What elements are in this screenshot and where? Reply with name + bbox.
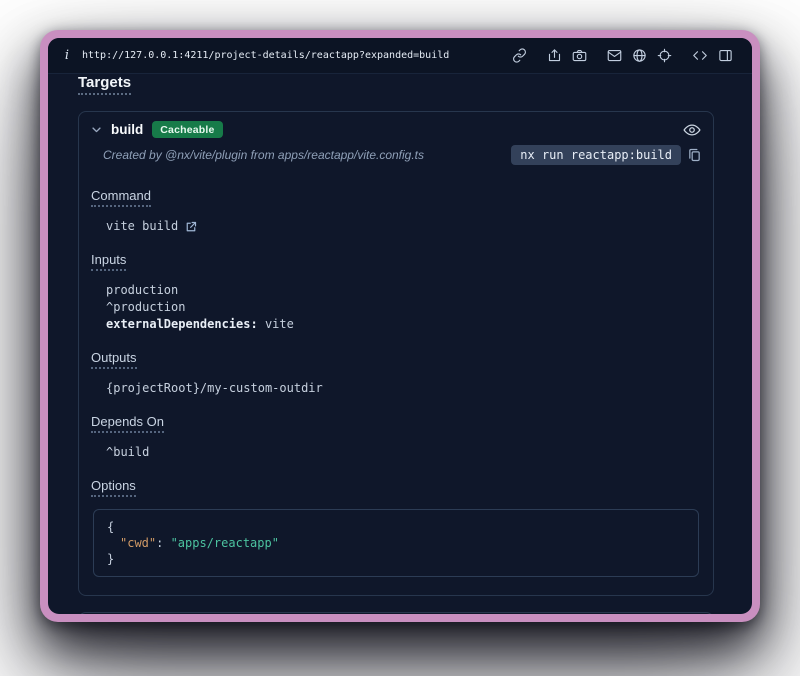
page-title: Targets [78,74,131,95]
target-header-serve[interactable]: serve vite serve [79,613,713,614]
options-section: Options { "cwd": "apps/reactapp" } [91,477,701,577]
window-inner: i http://127.0.0.1:4211/project-details/… [48,38,752,614]
json-key: "cwd" [120,536,156,550]
address-bar[interactable]: http://127.0.0.1:4211/project-details/re… [82,50,449,61]
input-ext-key: externalDependencies: [106,317,258,331]
json-line: { [107,519,685,535]
run-command-chip: nx run reactapp:build [511,145,681,165]
input-ext-value: vite [258,317,294,331]
project-details-page: Targets build Cacheable Created by @nx/v… [48,74,752,614]
input-item: production [106,282,701,299]
outputs-label: Outputs [91,350,137,369]
json-line: } [107,551,685,567]
inputs-label: Inputs [91,252,126,271]
copy-icon[interactable] [688,148,701,162]
info-icon: i [62,48,72,63]
code-icon[interactable] [687,48,713,63]
created-by-text: Created by @nx/vite/plugin from apps/rea… [103,148,424,162]
target-subheader: Created by @nx/vite/plugin from apps/rea… [79,143,713,175]
json-value: "apps/reactapp" [171,536,279,550]
camera-icon[interactable] [567,48,592,63]
target-icon[interactable] [652,48,677,63]
globe-icon[interactable] [627,48,652,63]
command-value: vite build [106,218,178,235]
target-header-build[interactable]: build Cacheable [79,112,713,143]
depends-on-label: Depends On [91,414,164,433]
titlebar-actions [507,48,738,63]
target-card-serve: serve vite serve [78,612,714,614]
cacheable-badge: Cacheable [152,121,222,138]
browser-window: i http://127.0.0.1:4211/project-details/… [40,30,760,622]
titlebar: i http://127.0.0.1:4211/project-details/… [48,38,752,74]
chevron-down-icon [91,124,102,135]
command-section: Command vite build [91,187,701,235]
json-separator: : [156,536,170,550]
json-line: "cwd": "apps/reactapp" [107,535,685,551]
inputs-section: Inputs production ^production externalDe… [91,251,701,333]
layout-icon[interactable] [713,48,738,63]
target-card-build: build Cacheable Created by @nx/vite/plug… [78,111,714,596]
mail-icon[interactable] [602,48,627,63]
input-item: externalDependencies: vite [106,316,701,333]
share-icon[interactable] [542,48,567,63]
link-icon[interactable] [507,48,532,63]
target-details: Command vite build Inputs production [79,175,713,595]
outputs-section: Outputs {projectRoot}/my-custom-outdir [91,349,701,397]
depends-on-section: Depends On ^build [91,413,701,461]
command-label: Command [91,188,151,207]
options-json: { "cwd": "apps/reactapp" } [93,509,699,577]
depends-on-item: ^build [106,444,701,461]
output-item: {projectRoot}/my-custom-outdir [106,380,701,397]
options-label: Options [91,478,136,497]
target-name: build [111,122,143,137]
input-item: ^production [106,299,701,316]
external-link-icon[interactable] [185,221,197,233]
eye-icon[interactable] [683,123,701,137]
